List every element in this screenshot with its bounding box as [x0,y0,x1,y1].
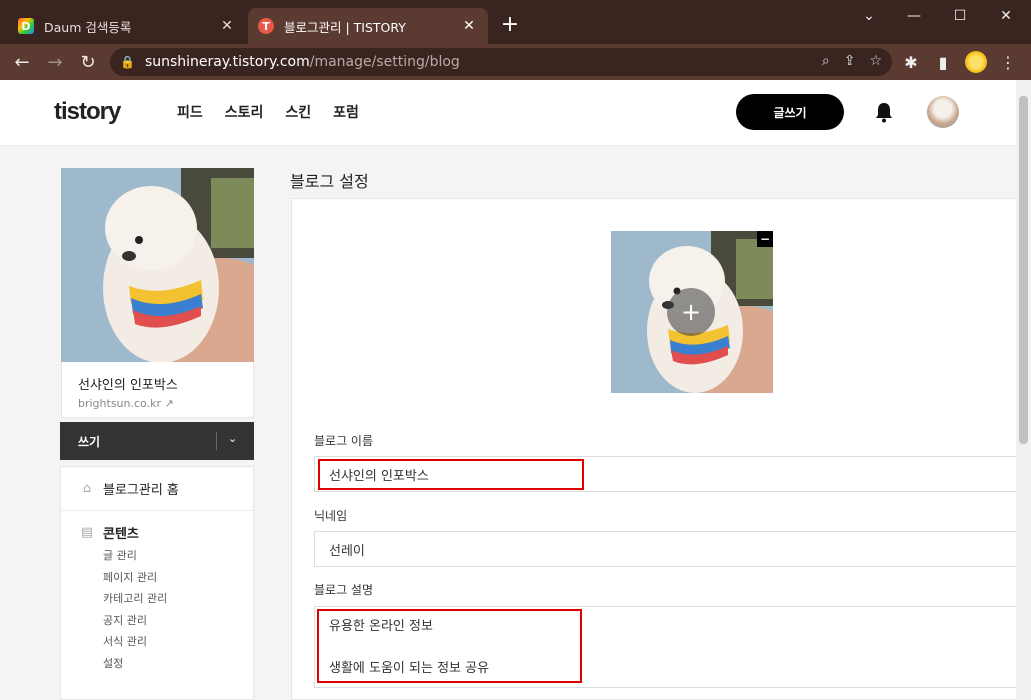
nav-skin[interactable]: 스킨 [285,102,311,122]
divider [216,432,217,450]
address-bar[interactable]: 🔒 sunshineray.tistory.com/manage/setting… [110,48,892,76]
scrollbar-thumb[interactable] [1019,96,1028,444]
sidebar-item-page-manage[interactable]: 페이지 관리 [103,570,253,586]
user-avatar[interactable] [927,96,959,128]
sidebar-item-post-manage[interactable]: 글 관리 [103,548,253,564]
tab-tistory[interactable]: T 블로그관리 | TISTORY ✕ [248,8,488,44]
tistory-logo[interactable]: tistory [54,98,121,126]
tab-search-chevron-icon[interactable]: ⌄ [846,0,892,32]
forward-icon[interactable]: → [43,50,67,74]
sidebar-item-admin-home[interactable]: ⌂ 블로그관리 홈 [61,467,253,511]
nickname-value: 선레이 [329,543,365,559]
nav-story[interactable]: 스토리 [225,102,264,122]
lock-icon: 🔒 [120,55,135,69]
browser-menu-icon[interactable]: ⋮ [997,51,1019,73]
write-label: 쓰기 [78,434,101,449]
sidebar-item-template-manage[interactable]: 서식 관리 [103,634,253,650]
highlight-box [317,609,582,683]
write-dropdown-bar[interactable]: 쓰기 ⌄ [60,422,254,460]
sidebar-section-content[interactable]: ▤ 콘텐츠 [61,511,253,542]
new-tab-button[interactable]: + [498,13,522,37]
daum-favicon-icon: D [18,18,34,34]
write-post-button[interactable]: 글쓰기 [736,94,844,130]
document-icon: ▤ [80,525,94,540]
reload-icon[interactable]: ↻ [76,50,100,74]
close-window-icon[interactable]: ✕ [983,0,1029,32]
tab-close-icon[interactable]: ✕ [218,18,236,34]
side-panel-icon[interactable]: ▮ [932,51,954,73]
nickname-input[interactable]: 선레이 [314,531,1016,567]
blog-description-label: 블로그 설명 [314,583,374,597]
bell-icon[interactable] [873,100,895,124]
url-path: /manage/setting/blog [309,54,460,70]
browser-titlebar: D Daum 검색등록 ✕ T 블로그관리 | TISTORY ✕ + ⌄ — … [0,0,1031,44]
browser-toolbar: ← → ↻ 🔒 sunshineray.tistory.com/manage/s… [0,44,1031,80]
tab-close-icon[interactable]: ✕ [460,18,478,34]
maximize-icon[interactable]: ☐ [937,0,983,32]
blog-url-link[interactable]: brightsun.co.kr ↗ [78,397,253,410]
site-header: tistory 피드 스토리 스킨 포럼 글쓰기 [0,80,1016,146]
section-label: 콘텐츠 [103,527,139,542]
nickname-label: 닉네임 [314,509,348,523]
remove-image-button[interactable]: − [757,231,773,247]
share-icon[interactable]: ⇪ [844,53,856,69]
bookmark-star-icon[interactable]: ☆ [869,53,882,69]
tab-title: Daum 검색등록 [44,19,132,35]
sidebar-subitems: 글 관리 페이지 관리 카테고리 관리 공지 관리 서식 관리 설정 [61,548,253,671]
blog-name-label: 블로그 이름 [314,434,374,448]
add-image-plus-icon[interactable]: + [667,288,715,336]
sidebar-item-label: 블로그관리 홈 [103,483,179,498]
tab-title: 블로그관리 | TISTORY [284,19,406,35]
sidebar-item-notice-manage[interactable]: 공지 관리 [103,613,253,629]
page-title: 블로그 설정 [290,172,369,191]
chevron-down-icon[interactable]: ⌄ [228,432,237,445]
nav-forum[interactable]: 포럼 [333,102,359,122]
url-host: sunshineray.tistory.com [144,54,310,70]
sidebar-item-settings[interactable]: 설정 [103,656,253,672]
tistory-favicon-icon: T [258,18,274,34]
home-icon: ⌂ [82,481,92,496]
admin-menu: ⌂ 블로그관리 홈 ▤ 콘텐츠 글 관리 페이지 관리 카테고리 관리 공지 관… [60,466,254,700]
extensions-puzzle-icon[interactable]: ✱ [900,51,922,73]
highlight-box [318,459,584,490]
blog-name[interactable]: 선샤인의 인포박스 [78,374,253,393]
blog-profile-image [61,168,254,362]
back-icon[interactable]: ← [10,50,34,74]
main-nav: 피드 스토리 스킨 포럼 [177,102,359,122]
external-link-icon: ↗ [164,397,174,410]
zoom-icon[interactable]: ⌕ [822,53,830,69]
blog-info-card: 선샤인의 인포박스 brightsun.co.kr ↗ [61,362,254,418]
blog-url-text: brightsun.co.kr [78,397,161,410]
profile-avatar-icon[interactable] [965,51,987,73]
nav-feed[interactable]: 피드 [177,102,203,122]
tab-daum[interactable]: D Daum 검색등록 ✕ [8,8,246,44]
sidebar-item-category-manage[interactable]: 카테고리 관리 [103,591,253,607]
page-scrollbar[interactable] [1016,80,1031,700]
minimize-icon[interactable]: — [891,0,937,32]
